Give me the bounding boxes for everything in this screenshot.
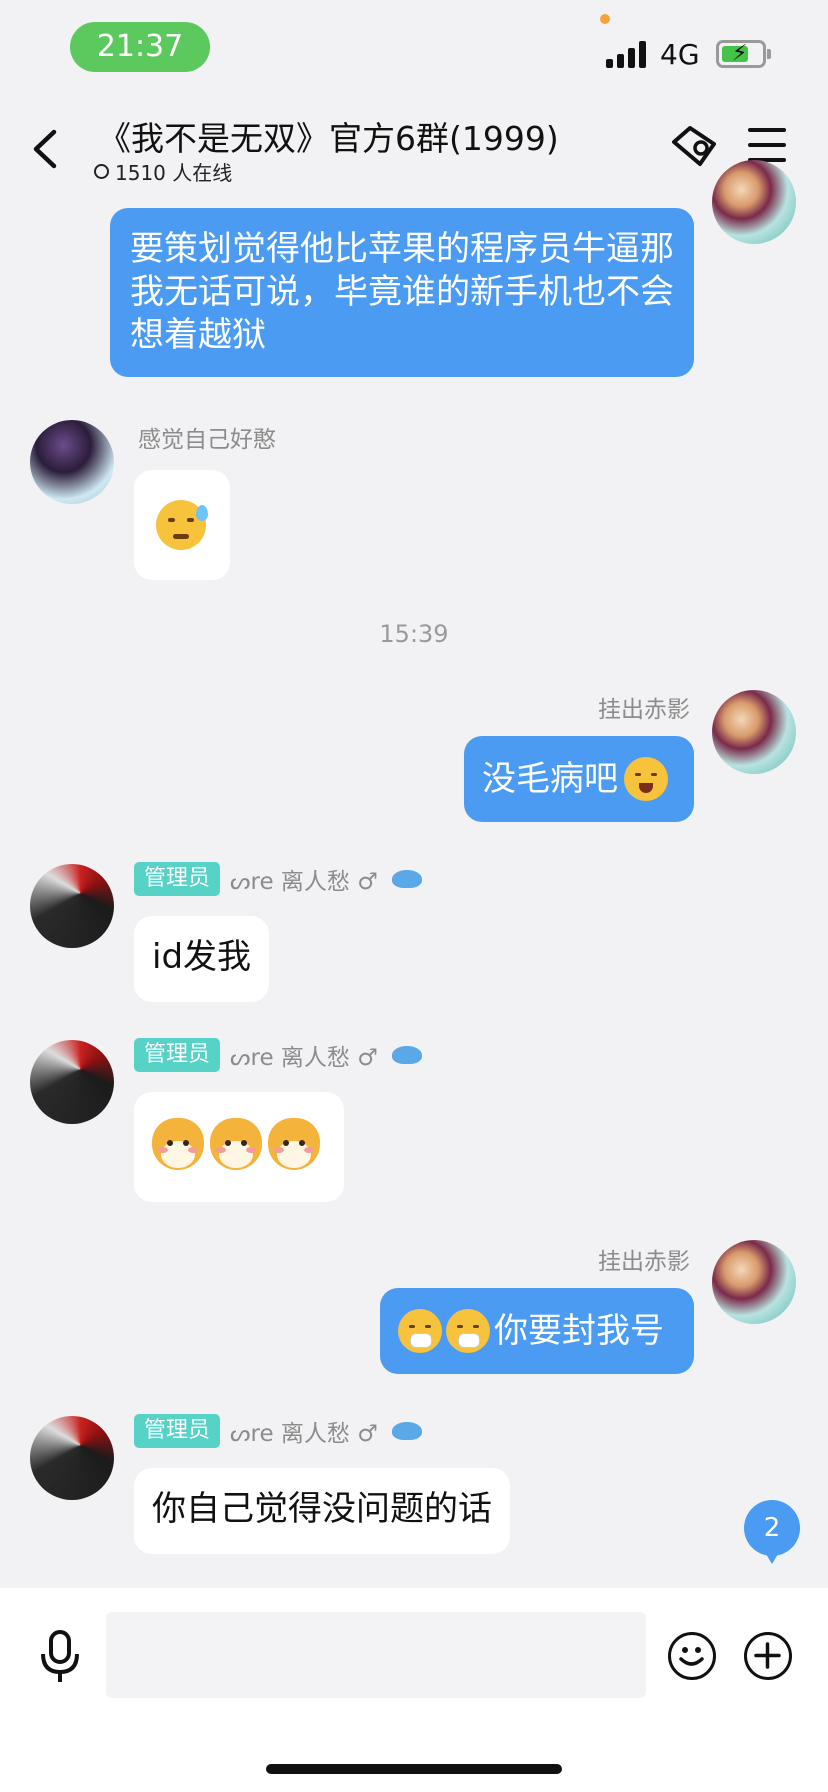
admin-badge: 管理员 — [134, 1414, 221, 1448]
time-divider: 15:39 — [379, 620, 449, 648]
message-bubble[interactable]: 要策划觉得他比苹果的程序员牛逼那我无话可说，毕竟谁的新手机也不会想着越狱 — [110, 208, 694, 377]
message-text: 你要封我号 — [494, 1310, 664, 1351]
menu-button[interactable] — [748, 128, 788, 162]
group-title[interactable]: 《我不是无双》官方6群(1999) — [98, 112, 559, 160]
emoji-button[interactable] — [668, 1632, 716, 1680]
shiba-sticker-icon — [268, 1118, 320, 1170]
shiba-sticker-icon — [210, 1118, 262, 1170]
whale-icon — [391, 870, 422, 888]
sender-name: ᔕre 离人愁 ♂ — [230, 869, 378, 895]
message-input[interactable] — [106, 1612, 646, 1698]
online-count-label: 1510 人在线 — [115, 161, 233, 185]
signal-icon — [606, 40, 650, 68]
admin-badge: 管理员 — [134, 862, 221, 896]
home-indicator[interactable] — [266, 1764, 562, 1774]
whale-icon — [391, 1046, 422, 1064]
unread-badge[interactable]: 2 — [744, 1500, 800, 1564]
battery-tip — [767, 49, 771, 59]
sender-name: 挂出赤影 — [598, 1249, 690, 1275]
more-button[interactable] — [744, 1632, 792, 1680]
avatar[interactable] — [712, 1240, 796, 1324]
avatar[interactable] — [712, 690, 796, 774]
avatar[interactable] — [712, 160, 796, 244]
message-bubble[interactable]: 你自己觉得没问题的话 — [134, 1468, 510, 1554]
back-icon — [33, 129, 57, 169]
avatar[interactable] — [30, 1040, 114, 1124]
sweat-emoji-icon — [156, 500, 208, 550]
avatar[interactable] — [30, 864, 114, 948]
sender-name: ᔕre 离人愁 ♂ — [230, 1421, 378, 1447]
ticket-icon — [672, 126, 716, 166]
online-count[interactable]: 1510 人在线 — [94, 157, 232, 186]
admin-badge: 管理员 — [134, 1038, 221, 1072]
sender-name: 感觉自己好憨 — [138, 427, 276, 453]
whale-icon — [391, 1422, 422, 1440]
status-time: 21:37 — [70, 22, 210, 72]
smiley-icon — [679, 1647, 704, 1666]
message-text: 没毛病吧 — [482, 758, 618, 799]
sender-name: 挂出赤影 — [598, 697, 690, 723]
menu-icon — [748, 128, 786, 132]
laugh-emoji-icon — [624, 757, 668, 801]
mask-emoji-icon — [398, 1309, 442, 1353]
sender-name: ᔕre 离人愁 ♂ — [230, 1045, 378, 1071]
message-bubble[interactable] — [134, 1092, 344, 1202]
privacy-indicator-dot — [600, 14, 610, 24]
shiba-sticker-icon — [152, 1118, 204, 1170]
avatar[interactable] — [30, 420, 114, 504]
message-bubble[interactable] — [134, 470, 230, 580]
voice-button[interactable] — [38, 1628, 82, 1684]
online-status-icon — [94, 164, 109, 179]
message-bubble[interactable]: 你要封我号 — [380, 1288, 694, 1374]
back-button[interactable] — [26, 124, 66, 174]
mic-icon — [41, 1630, 79, 1682]
plus-icon — [754, 1642, 781, 1669]
avatar[interactable] — [30, 1416, 114, 1500]
battery-icon: ⚡ — [716, 40, 766, 68]
mask-emoji-icon — [446, 1309, 490, 1353]
message-bubble[interactable]: 没毛病吧 — [464, 736, 694, 822]
message-bubble[interactable]: id发我 — [134, 916, 270, 1002]
network-type: 4G — [660, 38, 700, 71]
ticket-button[interactable] — [668, 122, 720, 170]
